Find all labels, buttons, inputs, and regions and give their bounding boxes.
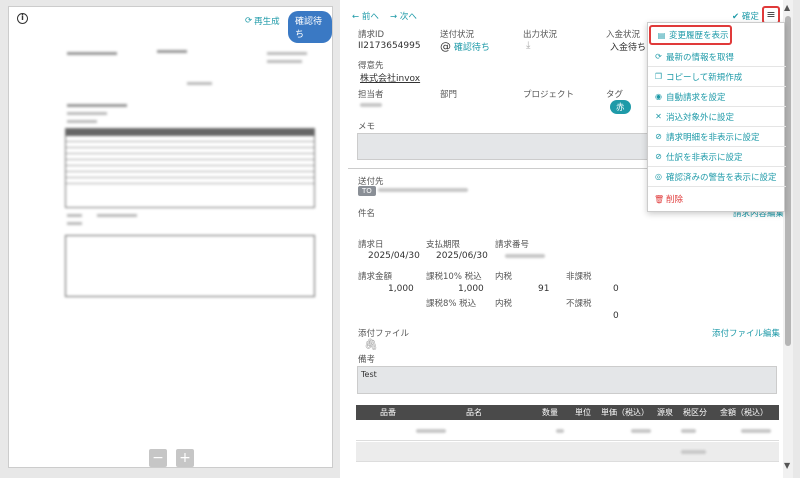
regenerate-label: 再生成	[254, 17, 280, 27]
amount: 1,000	[388, 284, 414, 294]
menu-item-refresh[interactable]: ⟳ 最新の情報を取得	[648, 47, 786, 67]
refresh-icon: ⟳	[245, 16, 253, 26]
menu-item-show-history[interactable]: ▤ 変更履歴を表示	[649, 25, 732, 45]
tax10-amount: 1,000	[458, 284, 484, 294]
table-row[interactable]	[356, 421, 779, 441]
non-taxable-amount: 0	[613, 284, 619, 294]
output-status-label: 出力状況	[523, 30, 558, 40]
invoice-no	[505, 254, 545, 258]
document-icon: ▤	[657, 30, 666, 40]
invoice-date-label: 請求日	[358, 240, 384, 250]
col-quantity: 数量	[542, 408, 558, 417]
tax-exempt-amount: 0	[613, 311, 619, 321]
menu-item-hide-details[interactable]: ⊘ 請求明細を非表示に設定	[648, 127, 786, 147]
project-label: プロジェクト	[523, 90, 575, 100]
due-date-label: 支払期限	[426, 240, 461, 250]
table-row[interactable]	[356, 463, 779, 478]
status-badge[interactable]: 確認待ち	[288, 11, 332, 43]
regenerate-button[interactable]: ⟳ 再生成	[245, 15, 280, 27]
payment-status-label: 入金状況	[606, 30, 641, 40]
remarks-field[interactable]	[357, 366, 777, 394]
menu-item-exclude-reconcile[interactable]: ✕ 消込対象外に設定	[648, 107, 786, 127]
tax-exempt-label: 不課税	[566, 299, 592, 309]
app-frame: i ⟳ 再生成 確認待ち − + ← 前へ → 次へ ✔ 確定 ≡ 請求ID I…	[0, 0, 800, 478]
incl-tax-label-1: 内税	[495, 272, 513, 282]
next-button[interactable]: → 次へ	[390, 10, 417, 22]
col-product-name: 品名	[466, 408, 482, 417]
payment-status: 入金待ち	[610, 43, 647, 53]
menu-item-show-warnings[interactable]: ◎ 確認済みの警告を表示に設定	[648, 167, 786, 187]
scroll-up-icon[interactable]: ▲	[784, 3, 790, 12]
owner-label: 担当者	[358, 90, 384, 100]
col-amount: 金額（税込）	[720, 408, 768, 417]
col-withholding: 源泉	[657, 408, 673, 417]
edit-attachments-link[interactable]: 添付ファイル編集	[712, 327, 780, 339]
eye-icon: ◎	[655, 172, 662, 181]
items-table-header: 品番 品名 数量 単位 単価（税込） 源泉 税区分 金額（税込）	[356, 405, 779, 420]
menu-item-hide-journal[interactable]: ⊘ 仕訳を非表示に設定	[648, 147, 786, 167]
remarks-label: 備考	[358, 355, 376, 365]
menu-item-copy[interactable]: ❐ コピーして新規作成	[648, 67, 786, 87]
scroll-down-icon[interactable]: ▼	[784, 461, 790, 470]
memo-label: メモ	[358, 122, 376, 132]
refresh-icon: ⟳	[655, 52, 662, 61]
tax10-label: 課税10% 税込	[426, 272, 482, 282]
zoom-out-button[interactable]: −	[149, 449, 167, 467]
tax10-inner: 91	[538, 284, 550, 294]
zoom-in-button[interactable]: +	[176, 449, 194, 467]
col-tax-type: 税区分	[683, 408, 707, 417]
confirm-button[interactable]: ✔ 確定	[732, 10, 759, 22]
id-label: 請求ID	[358, 30, 385, 40]
col-product-code: 品番	[380, 408, 396, 417]
send-status-label: 送付状況	[440, 30, 475, 40]
due-date: 2025/06/30	[436, 251, 488, 261]
invoice-date: 2025/04/30	[368, 251, 420, 261]
eye-slash-icon: ⊘	[655, 152, 662, 161]
tax8-label: 課税8% 税込	[426, 299, 477, 309]
menu-item-auto-invoice[interactable]: ◉ 自動請求を設定	[648, 87, 786, 107]
invoice-no-label: 請求番号	[495, 240, 530, 250]
subject-label: 件名	[358, 209, 376, 219]
hamburger-icon: ≡	[766, 8, 776, 21]
tag-label: タグ	[606, 90, 624, 100]
col-unit: 単位	[575, 408, 591, 417]
customer-label: 得意先	[358, 61, 384, 71]
invoice-id: II2173654995	[358, 41, 421, 51]
trash-icon: 🗑	[654, 194, 665, 204]
customer-link[interactable]: 株式会社invox	[360, 71, 420, 84]
memo-field[interactable]	[357, 133, 667, 160]
send-to-address	[378, 188, 468, 192]
table-row[interactable]	[356, 442, 779, 462]
menu-item-delete[interactable]: 🗑 削除	[648, 189, 786, 209]
copy-icon: ❐	[654, 72, 663, 81]
remarks-value: Test	[361, 370, 377, 379]
dept-label: 部門	[440, 90, 458, 100]
document-image	[57, 42, 315, 342]
amount-label: 請求金額	[358, 272, 393, 282]
info-icon[interactable]: i	[17, 13, 28, 24]
owner-value	[360, 103, 382, 107]
incl-tax-label-2: 内税	[495, 299, 513, 309]
to-badge: TO	[358, 186, 376, 196]
paperclip-icon[interactable]: 🖇	[364, 338, 378, 351]
send-status[interactable]: @ 確認待ち	[440, 40, 490, 53]
at-icon: @	[440, 40, 451, 53]
invoice-preview-pane: i ⟳ 再生成 確認待ち − +	[8, 6, 333, 468]
prev-button[interactable]: ← 前へ	[352, 10, 379, 22]
download-icon[interactable]: ⤓	[526, 40, 530, 51]
auto-icon: ◉	[655, 92, 662, 101]
col-unit-price: 単価（税込）	[601, 408, 649, 417]
eye-slash-icon: ⊘	[655, 132, 662, 141]
x-icon: ✕	[655, 112, 662, 121]
non-taxable-label: 非課税	[566, 272, 592, 282]
actions-menu: ▤ 変更履歴を表示 ⟳ 最新の情報を取得 ❐ コピーして新規作成 ◉ 自動請求を…	[647, 22, 786, 212]
tag-badge[interactable]: 赤	[610, 100, 631, 114]
